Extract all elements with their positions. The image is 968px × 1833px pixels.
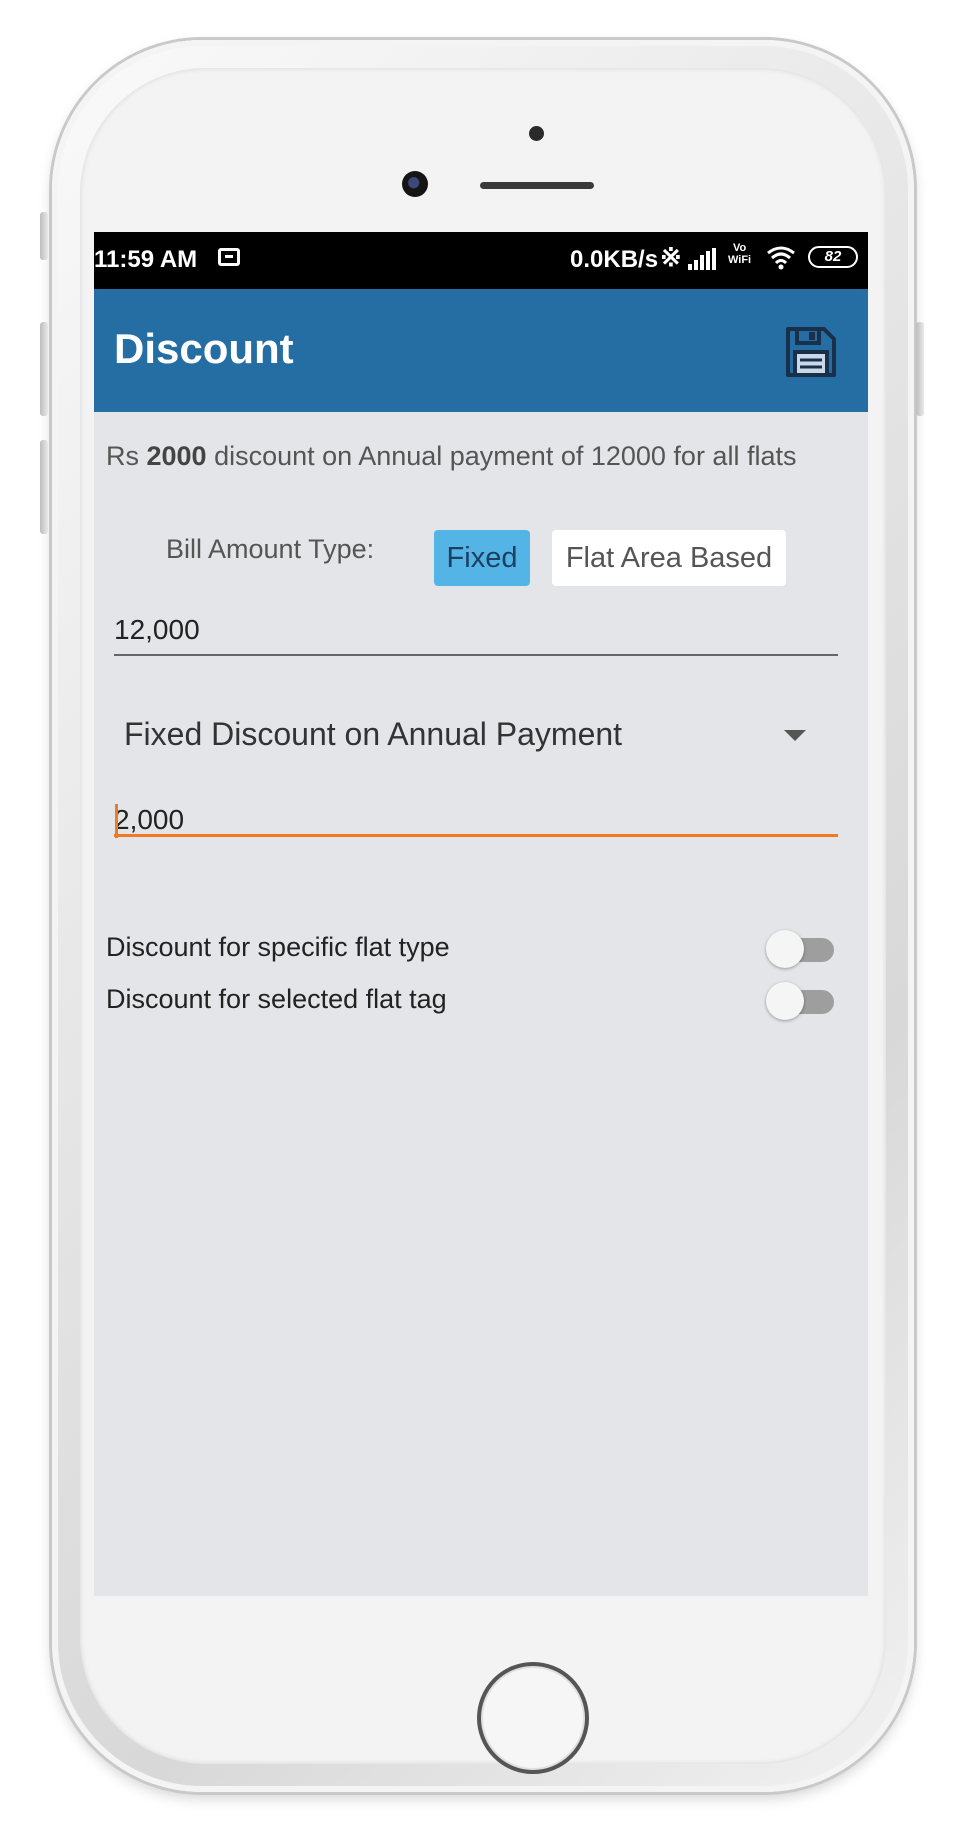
text-cursor <box>115 804 118 838</box>
dropdown-arrow-icon <box>784 730 806 741</box>
discount-type-dropdown[interactable]: Fixed Discount on Annual Payment <box>114 702 838 766</box>
status-bar: 11:59 AM 0.0KB/s ※ Vo WiFi 82 <box>94 232 868 289</box>
annual-payment-input[interactable]: 12,000 <box>114 604 838 656</box>
save-icon[interactable] <box>784 325 838 379</box>
flat-tag-discount-toggle[interactable] <box>766 982 836 1020</box>
toggle-thumb <box>766 982 804 1020</box>
bill-type-fixed-button[interactable]: Fixed <box>434 530 530 586</box>
front-camera <box>402 171 428 197</box>
screen-record-icon <box>218 248 240 266</box>
discount-amount-value: 2,000 <box>114 804 185 835</box>
discount-type-selected: Fixed Discount on Annual Payment <box>124 716 623 752</box>
bluetooth-icon: ※ <box>660 242 682 272</box>
volte-bottom-text: WiFi <box>728 254 752 266</box>
summary-amount: 2000 <box>146 441 207 471</box>
flat-tag-discount-row: Discount for selected flat tag <box>106 978 846 1022</box>
bill-type-flat-area-button[interactable]: Flat Area Based <box>552 530 786 586</box>
summary-prefix: Rs <box>106 441 147 471</box>
earpiece-speaker <box>480 182 594 189</box>
bill-amount-type-label: Bill Amount Type: <box>166 534 375 564</box>
discount-summary: Rs 2000 discount on Annual payment of 12… <box>106 438 846 474</box>
app-bar: Discount <box>94 289 868 412</box>
mute-switch[interactable] <box>40 212 48 260</box>
page-title: Discount <box>114 325 294 372</box>
flat-type-discount-row: Discount for specific flat type <box>106 926 846 970</box>
app-screen: 11:59 AM 0.0KB/s ※ Vo WiFi 82 Discount R… <box>94 232 868 1596</box>
toggle-thumb <box>766 930 804 968</box>
battery-indicator: 82 <box>808 246 858 268</box>
power-button[interactable] <box>916 322 924 416</box>
signal-icon <box>688 248 718 270</box>
discount-amount-input[interactable]: 2,000 <box>114 784 838 838</box>
status-time: 11:59 AM <box>94 246 198 273</box>
proximity-sensor <box>529 126 544 141</box>
summary-suffix: discount on Annual payment of 12000 for … <box>206 441 797 471</box>
volume-down-button[interactable] <box>40 440 48 534</box>
home-button[interactable] <box>477 1662 589 1774</box>
flat-type-discount-label: Discount for specific flat type <box>106 932 450 962</box>
flat-type-discount-toggle[interactable] <box>766 930 836 968</box>
annual-payment-value: 12,000 <box>114 614 200 645</box>
wifi-icon <box>767 246 795 270</box>
network-speed: 0.0KB/s <box>570 246 659 273</box>
volte-top-text: Vo <box>732 242 747 254</box>
discount-form: Rs 2000 discount on Annual payment of 12… <box>94 412 868 1596</box>
volte-wifi-icon: Vo WiFi <box>728 242 751 266</box>
volume-up-button[interactable] <box>40 322 48 416</box>
flat-tag-discount-label: Discount for selected flat tag <box>106 984 447 1014</box>
